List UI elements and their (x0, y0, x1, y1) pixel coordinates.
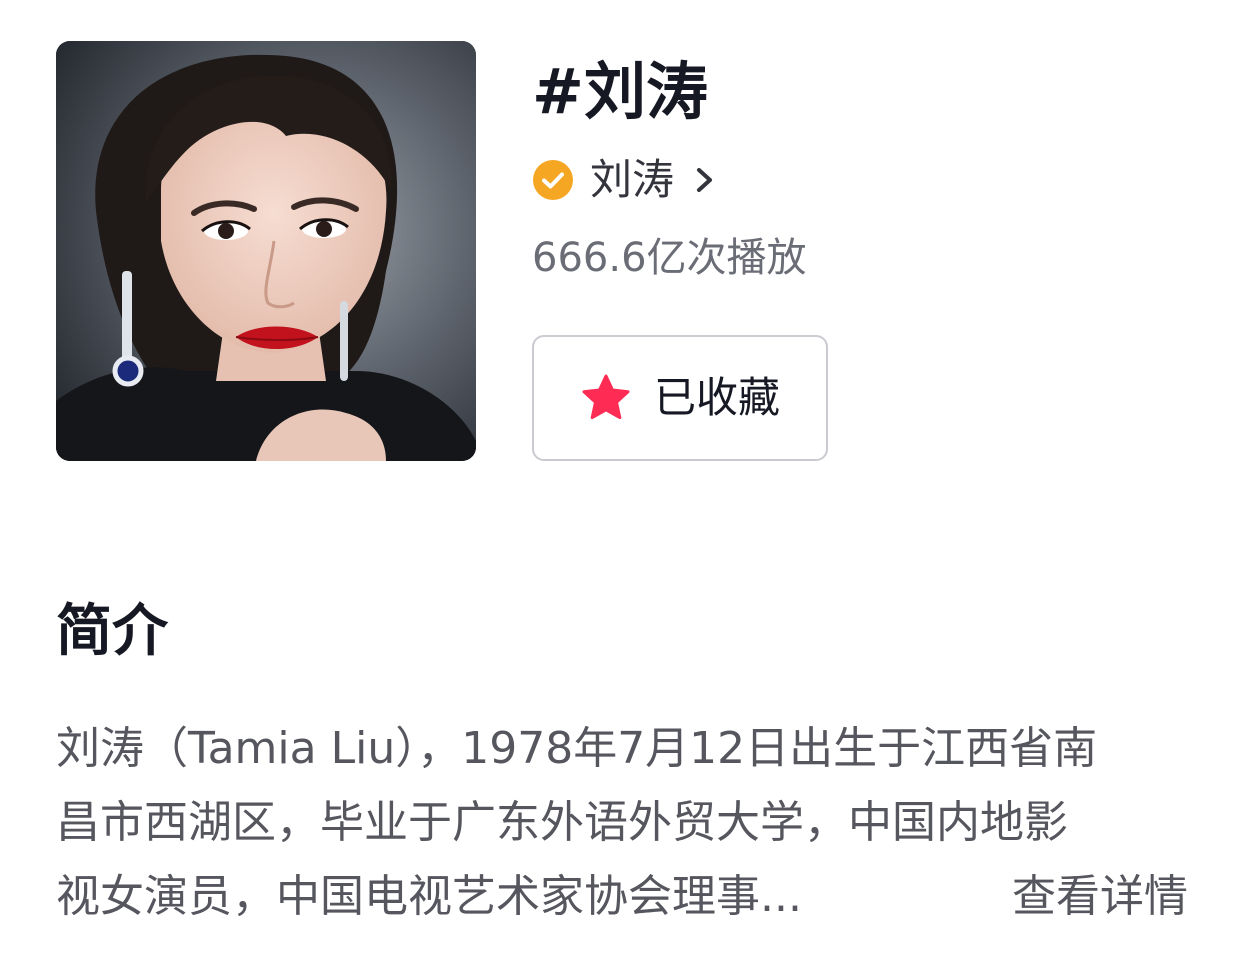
portrait-illustration (56, 41, 476, 461)
favorite-label: 已收藏 (653, 373, 780, 422)
chevron-right-icon (697, 168, 713, 192)
intro-line: 视女演员，中国电视艺术家协会理事... (56, 871, 802, 922)
view-details-link[interactable]: 查看详情 (1012, 860, 1188, 934)
intro-heading: 简介 (56, 599, 168, 664)
intro-line: 昌市西湖区，毕业于广东外语外贸大学，中国内地影 (56, 797, 1068, 848)
star-icon (582, 374, 630, 420)
creator-name: 刘涛 (590, 155, 675, 204)
intro-line: 刘涛（Tamia Liu），1978年7月12日出生于江西省南 (56, 723, 1098, 774)
topic-title: #刘涛 (532, 55, 708, 128)
favorite-button[interactable]: 已收藏 (532, 335, 828, 461)
play-count: 666.6亿次播放 (532, 235, 807, 281)
creator-link[interactable]: 刘涛 (532, 152, 716, 208)
topic-cover-image[interactable] (56, 41, 476, 461)
topic-page: #刘涛 刘涛 666.6亿次播放 已收藏 简介 刘涛（Tamia Liu），19… (0, 0, 1256, 958)
intro-last-line: 视女演员，中国电视艺术家协会理事... 查看详情 (56, 860, 1188, 934)
verified-icon (533, 160, 573, 200)
intro-text: 刘涛（Tamia Liu），1978年7月12日出生于江西省南 昌市西湖区，毕业… (56, 712, 1188, 934)
